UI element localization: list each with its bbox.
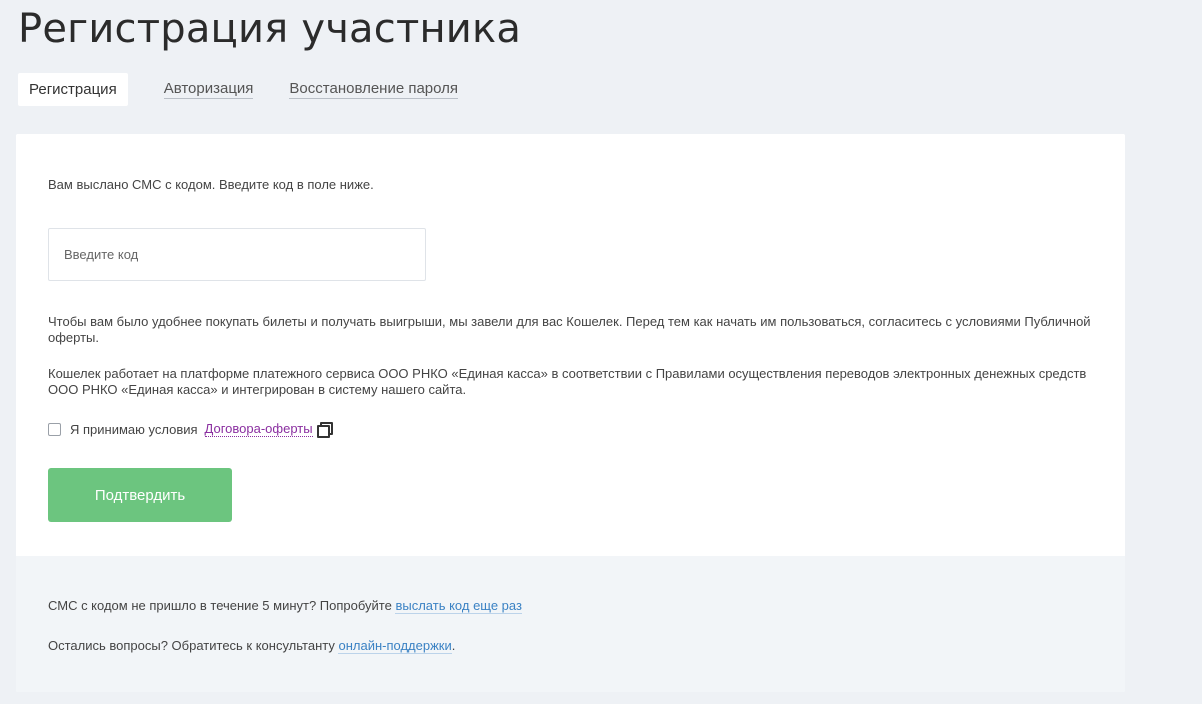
confirm-button[interactable]: Подтвердить <box>48 468 232 522</box>
tab-authorization[interactable]: Авторизация <box>163 80 254 99</box>
support-suffix: . <box>451 638 456 653</box>
agree-terms-row: Я принимаю условия Договора-оферты <box>48 421 333 438</box>
offer-contract-link[interactable]: Договора-оферты <box>204 421 313 437</box>
card-footer: СМС с кодом не пришло в течение 5 минут?… <box>16 556 1125 692</box>
registration-form: Вам выслано СМС с кодом. Введите код в п… <box>16 134 1125 556</box>
sms-code-input[interactable] <box>48 228 426 281</box>
resend-code-link[interactable]: выслать код еще раз <box>395 598 522 614</box>
registration-card: Вам выслано СМС с кодом. Введите код в п… <box>16 134 1125 692</box>
tab-registration[interactable]: Регистрация <box>18 72 128 106</box>
tab-bar: Регистрация Авторизация Восстановление п… <box>18 72 494 106</box>
agree-terms-checkbox[interactable] <box>48 422 61 436</box>
resend-code-text: СМС с кодом не пришло в течение 5 минут?… <box>48 598 392 613</box>
wallet-info-text: Чтобы вам было удобнее покупать билеты и… <box>48 314 1091 345</box>
tab-password-recovery[interactable]: Восстановление пароля <box>289 80 459 99</box>
agree-terms-label: Я принимаю условия <box>70 421 198 437</box>
support-text: Остались вопросы? Обратитесь к консульта… <box>48 638 335 653</box>
support-line: Остались вопросы? Обратитесь к консульта… <box>48 638 456 654</box>
online-support-link[interactable]: онлайн-поддержки <box>338 638 452 654</box>
sms-sent-message: Вам выслано СМС с кодом. Введите код в п… <box>48 177 374 192</box>
platform-info-text: Кошелек работает на платформе платежного… <box>48 366 1087 397</box>
copy-icon[interactable] <box>316 422 333 438</box>
page-title: Регистрация участника <box>18 6 522 52</box>
resend-code-line: СМС с кодом не пришло в течение 5 минут?… <box>48 598 522 614</box>
